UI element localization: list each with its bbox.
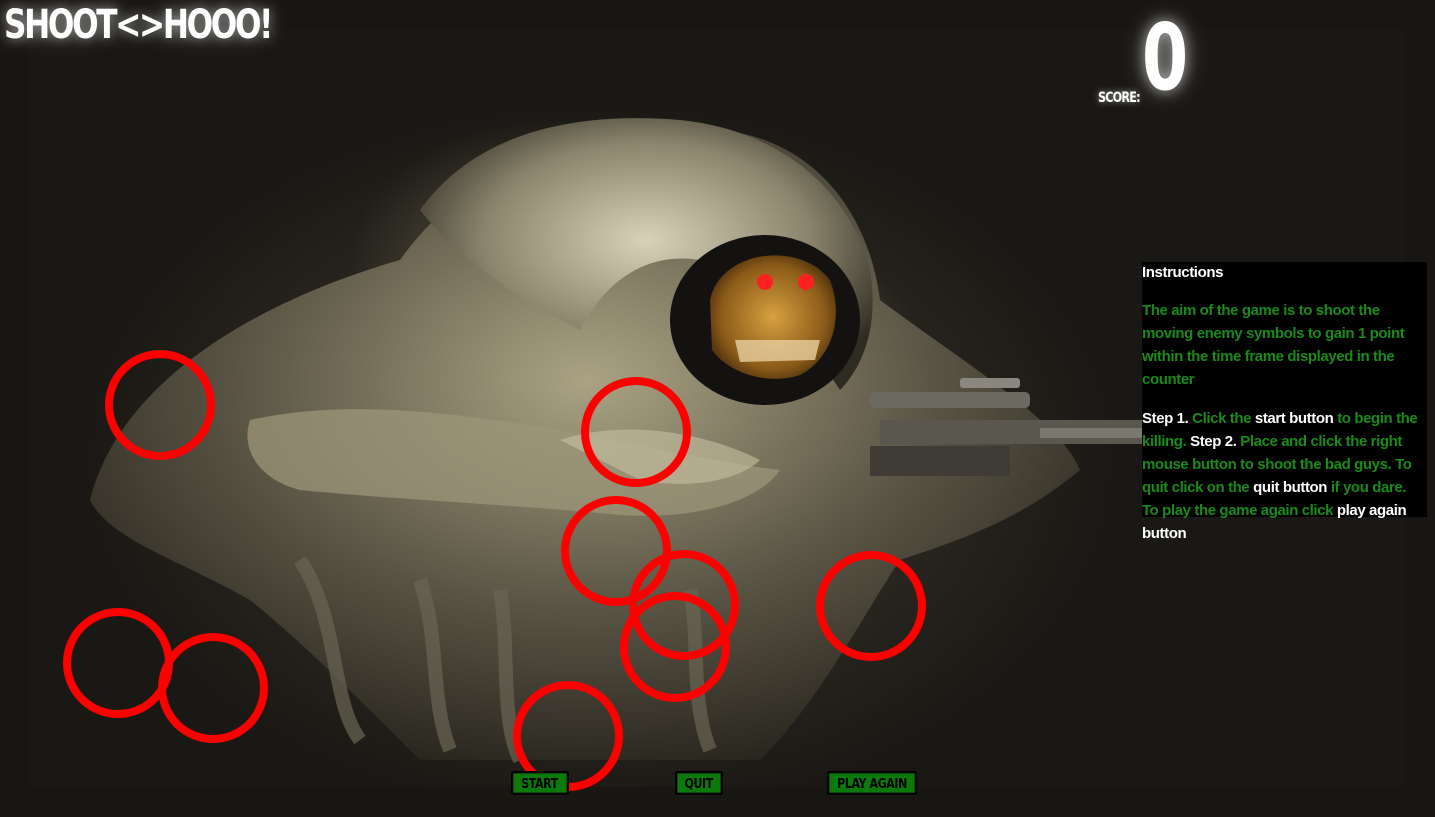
instructions-heading: Instructions bbox=[1142, 264, 1224, 281]
score-label: SCORE: bbox=[1098, 90, 1141, 106]
instructions-panel: Instructions The aim of the game is to s… bbox=[1142, 262, 1427, 542]
enemy-target-ring[interactable] bbox=[581, 377, 691, 487]
play-again-button-label: PLAY AGAIN bbox=[837, 777, 907, 792]
score-value: 0 bbox=[1142, 4, 1189, 111]
score-display: SCORE: 0 bbox=[1090, 12, 1200, 118]
start-button[interactable]: START bbox=[511, 771, 569, 795]
enemy-target-ring[interactable] bbox=[816, 551, 926, 661]
step1-text-a: Click the bbox=[1192, 410, 1252, 427]
start-button-label: START bbox=[521, 777, 559, 792]
step2-quit-ref: quit button bbox=[1253, 479, 1328, 496]
game-stage[interactable]: SHOOT<>HOOO! SCORE: 0 Instructions The a… bbox=[0, 0, 1435, 817]
quit-button[interactable]: QUIT bbox=[675, 771, 723, 795]
enemy-target-ring[interactable] bbox=[105, 350, 215, 460]
instructions-steps: Step 1. Click the start button to begin … bbox=[1142, 407, 1425, 545]
game-title: SHOOT<>HOOO! bbox=[4, 2, 273, 48]
play-again-button[interactable]: PLAY AGAIN bbox=[827, 771, 917, 795]
enemy-target-ring[interactable] bbox=[620, 592, 730, 702]
enemy-target-ring[interactable] bbox=[158, 633, 268, 743]
step1-label: Step 1. bbox=[1142, 410, 1189, 427]
quit-button-label: QUIT bbox=[684, 777, 714, 792]
enemy-target-ring[interactable] bbox=[63, 608, 173, 718]
step1-start-ref: start button bbox=[1254, 410, 1334, 427]
step2-label: Step 2. bbox=[1190, 433, 1237, 450]
instructions-aim: The aim of the game is to shoot the movi… bbox=[1142, 302, 1405, 388]
